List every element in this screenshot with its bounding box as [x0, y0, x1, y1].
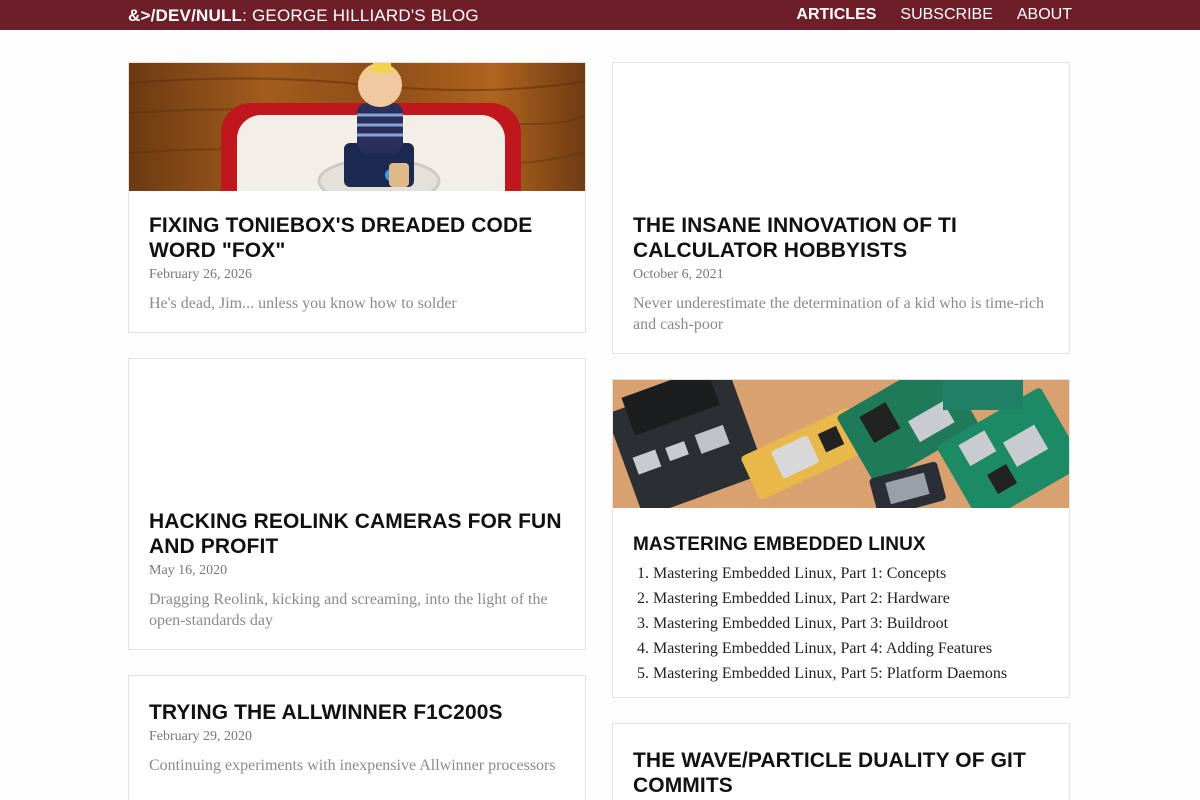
toniebox-illustration: [129, 63, 585, 191]
nav-subscribe-link[interactable]: SUBSCRIBE: [900, 6, 992, 24]
circuit-boards-illustration: [613, 380, 1069, 508]
article-card-reolink[interactable]: HACKING REOLINK CAMERAS FOR FUN AND PROF…: [128, 358, 586, 650]
article-card-toniebox[interactable]: FIXING TONIEBOX'S DREADED CODE WORD "FOX…: [128, 62, 586, 333]
article-card-body: FIXING TONIEBOX'S DREADED CODE WORD "FOX…: [129, 191, 585, 330]
article-title[interactable]: THE INSANE INNOVATION OF TI CALCULATOR H…: [633, 213, 1049, 263]
article-description: He's dead, Jim... unless you know how to…: [149, 295, 457, 312]
series-item-part-4[interactable]: Mastering Embedded Linux, Part 4: Adding…: [653, 636, 1049, 661]
article-card-body: THE WAVE/PARTICLE DUALITY OF GIT COMMITS: [613, 724, 1069, 800]
series-item-part-1[interactable]: Mastering Embedded Linux, Part 1: Concep…: [653, 561, 1049, 586]
toniebox-photo[interactable]: [129, 63, 585, 191]
series-title[interactable]: MASTERING EMBEDDED LINUX: [633, 532, 1049, 557]
main-nav: ARTICLES SUBSCRIBE ABOUT: [796, 6, 1072, 24]
article-card-allwinner[interactable]: TRYING THE ALLWINNER F1C200S February 29…: [128, 675, 586, 800]
article-date: February 26, 2026: [149, 267, 253, 282]
series-card-body: MASTERING EMBEDDED LINUX Mastering Embed…: [613, 508, 1069, 697]
article-card-ti-calculators[interactable]: THE INSANE INNOVATION OF TI CALCULATOR H…: [612, 62, 1070, 354]
nav-articles-link[interactable]: ARTICLES: [796, 6, 876, 24]
article-image-placeholder: [129, 359, 585, 487]
series-card-embedded-linux: MASTERING EMBEDDED LINUX Mastering Embed…: [612, 379, 1070, 698]
article-description: Continuing experiments with inexpensive …: [149, 757, 556, 774]
article-date: May 16, 2020: [149, 563, 228, 578]
article-date: February 29, 2020: [149, 729, 253, 744]
article-title[interactable]: TRYING THE ALLWINNER F1C200S: [149, 700, 565, 725]
circuit-boards-photo[interactable]: [613, 380, 1069, 508]
article-title[interactable]: FIXING TONIEBOX'S DREADED CODE WORD "FOX…: [149, 213, 565, 263]
article-title[interactable]: HACKING REOLINK CAMERAS FOR FUN AND PROF…: [149, 509, 565, 559]
article-description: Never underestimate the determination of…: [633, 295, 1044, 333]
site-brand-link[interactable]: &>/DEV/NULL: GEORGE HILLIARD'S BLOG: [128, 6, 479, 26]
article-title[interactable]: THE WAVE/PARTICLE DUALITY OF GIT COMMITS: [633, 748, 1049, 798]
article-card-body: THE INSANE INNOVATION OF TI CALCULATOR H…: [613, 191, 1069, 351]
series-item-part-3[interactable]: Mastering Embedded Linux, Part 3: Buildr…: [653, 611, 1049, 636]
article-card-body: HACKING REOLINK CAMERAS FOR FUN AND PROF…: [129, 487, 585, 647]
series-article-list: Mastering Embedded Linux, Part 1: Concep…: [633, 561, 1049, 686]
article-date: October 6, 2021: [633, 267, 724, 282]
article-card-git-commits[interactable]: THE WAVE/PARTICLE DUALITY OF GIT COMMITS: [612, 723, 1070, 800]
series-item-part-5[interactable]: Mastering Embedded Linux, Part 5: Platfo…: [653, 661, 1049, 686]
series-item-part-2[interactable]: Mastering Embedded Linux, Part 2: Hardwa…: [653, 586, 1049, 611]
top-navigation-bar: &>/DEV/NULL: GEORGE HILLIARD'S BLOG ARTI…: [0, 0, 1200, 30]
brand-subtitle: : GEORGE HILLIARD'S BLOG: [242, 6, 479, 25]
nav-about-link[interactable]: ABOUT: [1017, 6, 1072, 24]
article-description: Dragging Reolink, kicking and screaming,…: [149, 591, 548, 629]
article-image-placeholder: [613, 63, 1069, 191]
brand-name: &>/DEV/NULL: [128, 6, 243, 25]
article-card-body: TRYING THE ALLWINNER F1C200S February 29…: [129, 676, 585, 792]
